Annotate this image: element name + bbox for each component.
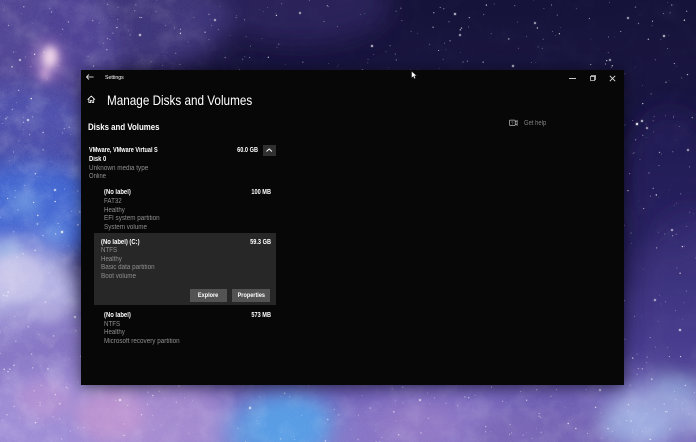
svg-text:?: ? — [511, 121, 514, 126]
